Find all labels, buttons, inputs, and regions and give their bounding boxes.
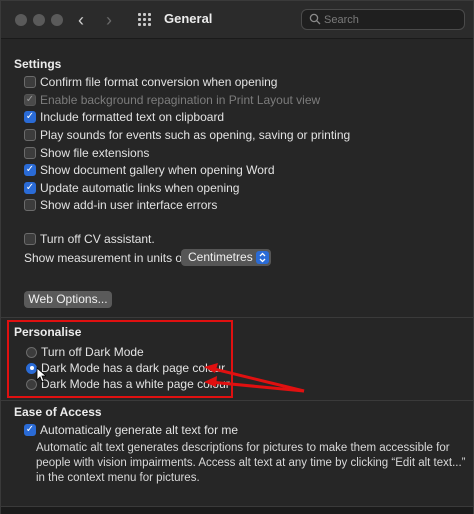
units-select[interactable]: Centimetres bbox=[181, 249, 271, 266]
title-bar: ‹ › General bbox=[1, 1, 473, 39]
divider bbox=[1, 400, 473, 401]
minimize-window-button[interactable] bbox=[33, 14, 45, 26]
units-label: Show measurement in units of: bbox=[24, 251, 189, 265]
checkbox[interactable]: ✓ bbox=[24, 164, 36, 176]
option-label: Confirm file format conversion when open… bbox=[40, 75, 278, 89]
option-label: Update automatic links when opening bbox=[40, 181, 240, 195]
option-show-file-extensions[interactable]: Show file extensions bbox=[24, 145, 149, 161]
preferences-window: ‹ › General Settings Confirm file format… bbox=[0, 0, 474, 514]
personalise-heading: Personalise bbox=[14, 325, 82, 339]
alt-text-description: Automatic alt text generates description… bbox=[36, 442, 466, 484]
checkbox[interactable] bbox=[24, 199, 36, 211]
search-icon bbox=[309, 13, 321, 25]
option-background-repagination: ✓ Enable background repagination in Prin… bbox=[24, 92, 320, 108]
option-label: Show add-in user interface errors bbox=[40, 198, 218, 212]
back-arrow-icon[interactable]: ‹ bbox=[78, 10, 84, 31]
radio-label: Turn off Dark Mode bbox=[41, 345, 144, 359]
option-label: Turn off CV assistant. bbox=[40, 232, 155, 246]
settings-heading: Settings bbox=[14, 57, 62, 71]
option-label: Automatically generate alt text for me bbox=[40, 423, 239, 437]
option-label: Show file extensions bbox=[40, 146, 150, 160]
checkbox[interactable]: ✓ bbox=[24, 111, 36, 123]
option-label: Include formatted text on clipboard bbox=[40, 110, 225, 124]
window-bottom-edge bbox=[1, 506, 473, 514]
checkbox[interactable] bbox=[24, 76, 36, 88]
checkbox[interactable] bbox=[24, 147, 36, 159]
zoom-window-button[interactable] bbox=[51, 14, 63, 26]
option-addin-errors[interactable]: Show add-in user interface errors bbox=[24, 197, 217, 213]
web-options-button[interactable]: Web Options... bbox=[24, 291, 112, 308]
mouse-cursor-icon bbox=[36, 367, 46, 383]
option-auto-alt-text[interactable]: ✓ Automatically generate alt text for me bbox=[24, 422, 238, 438]
units-value: Centimetres bbox=[188, 250, 253, 264]
checkbox: ✓ bbox=[24, 94, 36, 106]
option-play-sounds[interactable]: Play sounds for events such as opening, … bbox=[24, 127, 350, 143]
option-formatted-text-clipboard[interactable]: ✓ Include formatted text on clipboard bbox=[24, 109, 224, 125]
ease-of-access-heading: Ease of Access bbox=[14, 405, 102, 419]
search-box[interactable] bbox=[301, 9, 465, 30]
chevron-updown-icon bbox=[256, 251, 269, 264]
window-title: General bbox=[164, 11, 213, 26]
checkbox[interactable]: ✓ bbox=[24, 182, 36, 194]
radio-button[interactable] bbox=[26, 346, 37, 358]
option-document-gallery[interactable]: ✓ Show document gallery when opening Wor… bbox=[24, 162, 275, 178]
checkbox[interactable]: ✓ bbox=[24, 424, 36, 436]
option-cv-assistant[interactable]: Turn off CV assistant. bbox=[24, 231, 155, 247]
option-confirm-conversion[interactable]: Confirm file format conversion when open… bbox=[24, 74, 277, 90]
option-label: Show document gallery when opening Word bbox=[40, 163, 275, 177]
divider bbox=[1, 317, 473, 318]
option-label: Enable background repagination in Print … bbox=[40, 93, 321, 107]
checkbox[interactable] bbox=[24, 129, 36, 141]
close-window-button[interactable] bbox=[15, 14, 27, 26]
annotation-arrows-icon bbox=[204, 363, 305, 393]
option-update-links[interactable]: ✓ Update automatic links when opening bbox=[24, 180, 239, 196]
option-label: Play sounds for events such as opening, … bbox=[40, 128, 351, 142]
show-all-grid-icon[interactable] bbox=[138, 13, 152, 27]
radio-turn-off-dark-mode[interactable]: Turn off Dark Mode bbox=[26, 344, 144, 360]
checkbox[interactable] bbox=[24, 233, 36, 245]
search-input[interactable] bbox=[324, 12, 460, 28]
forward-arrow-icon[interactable]: › bbox=[106, 10, 112, 31]
